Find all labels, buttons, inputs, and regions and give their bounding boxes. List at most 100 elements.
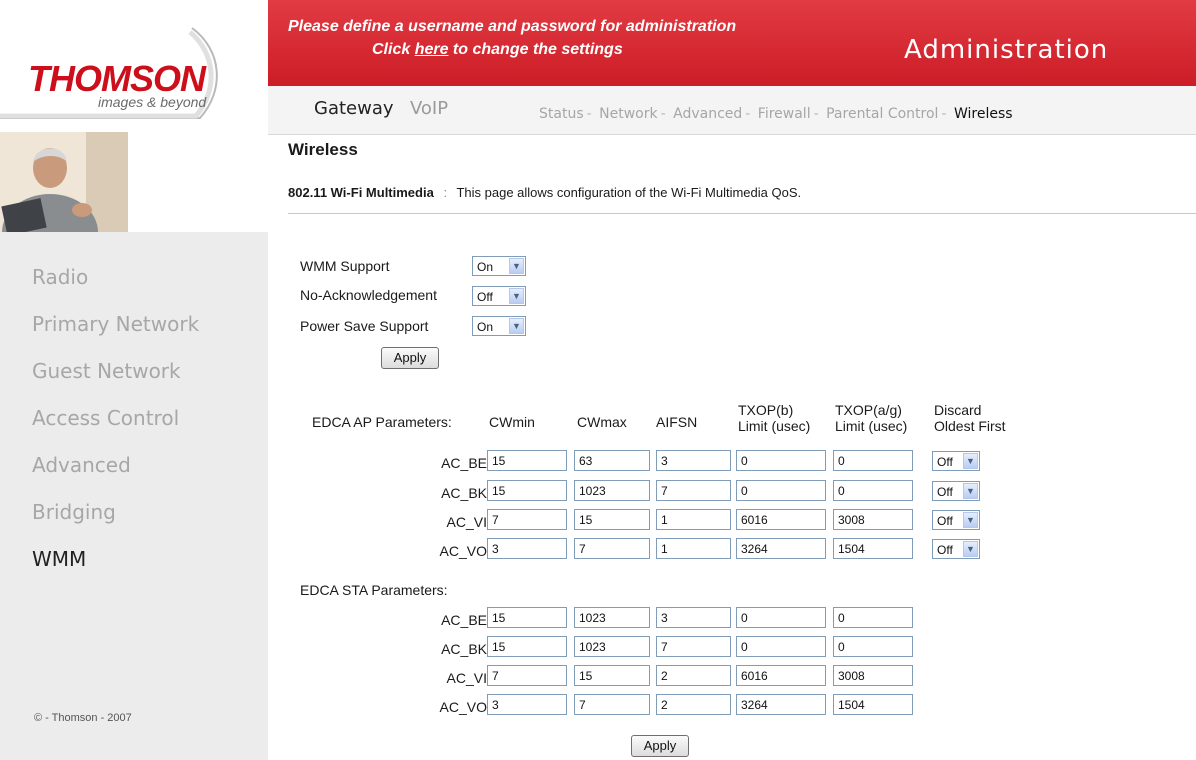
cwmin-input[interactable]: 15 [487,480,567,501]
chevron-down-icon: ▼ [963,483,978,499]
header-cwmin: CWmin [489,414,535,430]
txop-ag-input[interactable]: 0 [833,480,913,501]
txop-ag-input[interactable]: 3008 [833,509,913,530]
section-title: Administration [904,35,1109,65]
tab-gateway[interactable]: Gateway [314,98,394,119]
sidebar-item-guest-network[interactable]: Guest Network [32,356,199,403]
header-discard: Discard Oldest First [934,402,1006,434]
chevron-down-icon: ▼ [509,258,524,274]
intro-separator: : [443,185,448,200]
discard-value: Off [937,514,953,528]
aifsn-input[interactable]: 7 [656,636,731,657]
row-label: AC_BK [441,485,487,501]
cwmax-input[interactable]: 15 [574,665,650,686]
chevron-down-icon: ▼ [963,541,978,557]
cwmin-input[interactable]: 3 [487,694,567,715]
subnav-wireless[interactable]: Wireless [954,106,1013,122]
header-banner: Please define a username and password fo… [268,0,1196,86]
cwmax-input[interactable]: 63 [574,450,650,471]
tab-voip[interactable]: VoIP [410,98,448,119]
txop-ag-input[interactable]: 0 [833,636,913,657]
txop-b-input[interactable]: 0 [736,450,826,471]
subnav-firewall[interactable]: Firewall [758,106,811,122]
txop-b-input[interactable]: 0 [736,480,826,501]
aifsn-input[interactable]: 7 [656,480,731,501]
cwmin-input[interactable]: 7 [487,509,567,530]
aifsn-input[interactable]: 1 [656,538,731,559]
cwmax-input[interactable]: 7 [574,694,650,715]
subnav-network[interactable]: Network [599,106,657,122]
edca-ap-label: EDCA AP Parameters: [312,414,452,430]
subnav-status[interactable]: Status [539,106,584,122]
txop-ag-input[interactable]: 3008 [833,665,913,686]
row-label: AC_BE [441,612,487,628]
power-save-label: Power Save Support [300,318,429,334]
sidebar-item-wmm[interactable]: WMM [32,544,199,591]
cwmax-input[interactable]: 1023 [574,480,650,501]
copyright: © - Thomson - 2007 [34,712,132,724]
cwmax-input[interactable]: 7 [574,538,650,559]
cwmin-input[interactable]: 15 [487,607,567,628]
discard-value: Off [937,455,953,469]
cwmin-input[interactable]: 15 [487,636,567,657]
apply-settings-button[interactable]: Apply [381,347,439,369]
sub-navigation: Status - Network - Advanced - Firewall - Par… [539,106,1013,122]
chevron-down-icon: ▼ [509,318,524,334]
page-intro: 802.11 Wi-Fi Multimedia : This page allo… [288,185,801,200]
intro-text: This page allows configuration of the Wi… [456,185,802,200]
txop-ag-input[interactable]: 1504 [833,538,913,559]
chevron-down-icon: ▼ [963,453,978,469]
txop-b-input[interactable]: 3264 [736,538,826,559]
header-txop-b-line2: Limit (usec) [738,418,811,434]
header-txop-ag-line2: Limit (usec) [835,418,908,434]
cwmin-input[interactable]: 3 [487,538,567,559]
change-settings-link[interactable]: here [415,41,449,58]
aifsn-input[interactable]: 1 [656,509,731,530]
sidebar-item-bridging[interactable]: Bridging [32,497,199,544]
sidebar-item-radio[interactable]: Radio [32,262,199,309]
header-discard-line2: Oldest First [934,418,1006,434]
row-label: AC_VI [446,670,487,686]
wmm-support-label: WMM Support [300,258,390,274]
sidebar-item-primary-network[interactable]: Primary Network [32,309,199,356]
chevron-down-icon: ▼ [509,288,524,304]
sidebar-item-access-control[interactable]: Access Control [32,403,199,450]
txop-ag-input[interactable]: 1504 [833,694,913,715]
aifsn-input[interactable]: 3 [656,607,731,628]
txop-ag-input[interactable]: 0 [833,607,913,628]
subnav-parental-control[interactable]: Parental Control [826,106,938,122]
txop-ag-input[interactable]: 0 [833,450,913,471]
txop-b-input[interactable]: 0 [736,636,826,657]
man-with-laptop-image [0,132,128,232]
aifsn-input[interactable]: 2 [656,694,731,715]
discard-select[interactable]: Off ▼ [932,510,980,530]
subnav-advanced[interactable]: Advanced [673,106,742,122]
cwmax-input[interactable]: 1023 [574,607,650,628]
header-txop-b: TXOP(b) Limit (usec) [738,402,810,434]
txop-b-input[interactable]: 6016 [736,509,826,530]
txop-b-input[interactable]: 3264 [736,694,826,715]
sidebar-item-advanced[interactable]: Advanced [32,450,199,497]
row-label: AC_VI [446,514,487,530]
no-ack-select[interactable]: Off ▼ [472,286,526,306]
page-title: Wireless [288,140,358,159]
cwmax-input[interactable]: 15 [574,509,650,530]
discard-select[interactable]: Off ▼ [932,481,980,501]
no-ack-value: Off [477,290,493,304]
discard-select[interactable]: Off ▼ [932,451,980,471]
wmm-support-select[interactable]: On ▼ [472,256,526,276]
power-save-select[interactable]: On ▼ [472,316,526,336]
banner-message-2: Click here to change the settings [372,41,623,59]
apply-edca-button[interactable]: Apply [631,735,689,757]
cwmax-input[interactable]: 1023 [574,636,650,657]
discard-select[interactable]: Off ▼ [932,539,980,559]
txop-b-input[interactable]: 6016 [736,665,826,686]
discard-value: Off [937,543,953,557]
aifsn-input[interactable]: 2 [656,665,731,686]
cwmin-input[interactable]: 7 [487,665,567,686]
txop-b-input[interactable]: 0 [736,607,826,628]
header-txop-ag-line1: TXOP(a/g) [835,402,902,418]
aifsn-input[interactable]: 3 [656,450,731,471]
header-txop-b-line1: TXOP(b) [738,402,794,418]
cwmin-input[interactable]: 15 [487,450,567,471]
